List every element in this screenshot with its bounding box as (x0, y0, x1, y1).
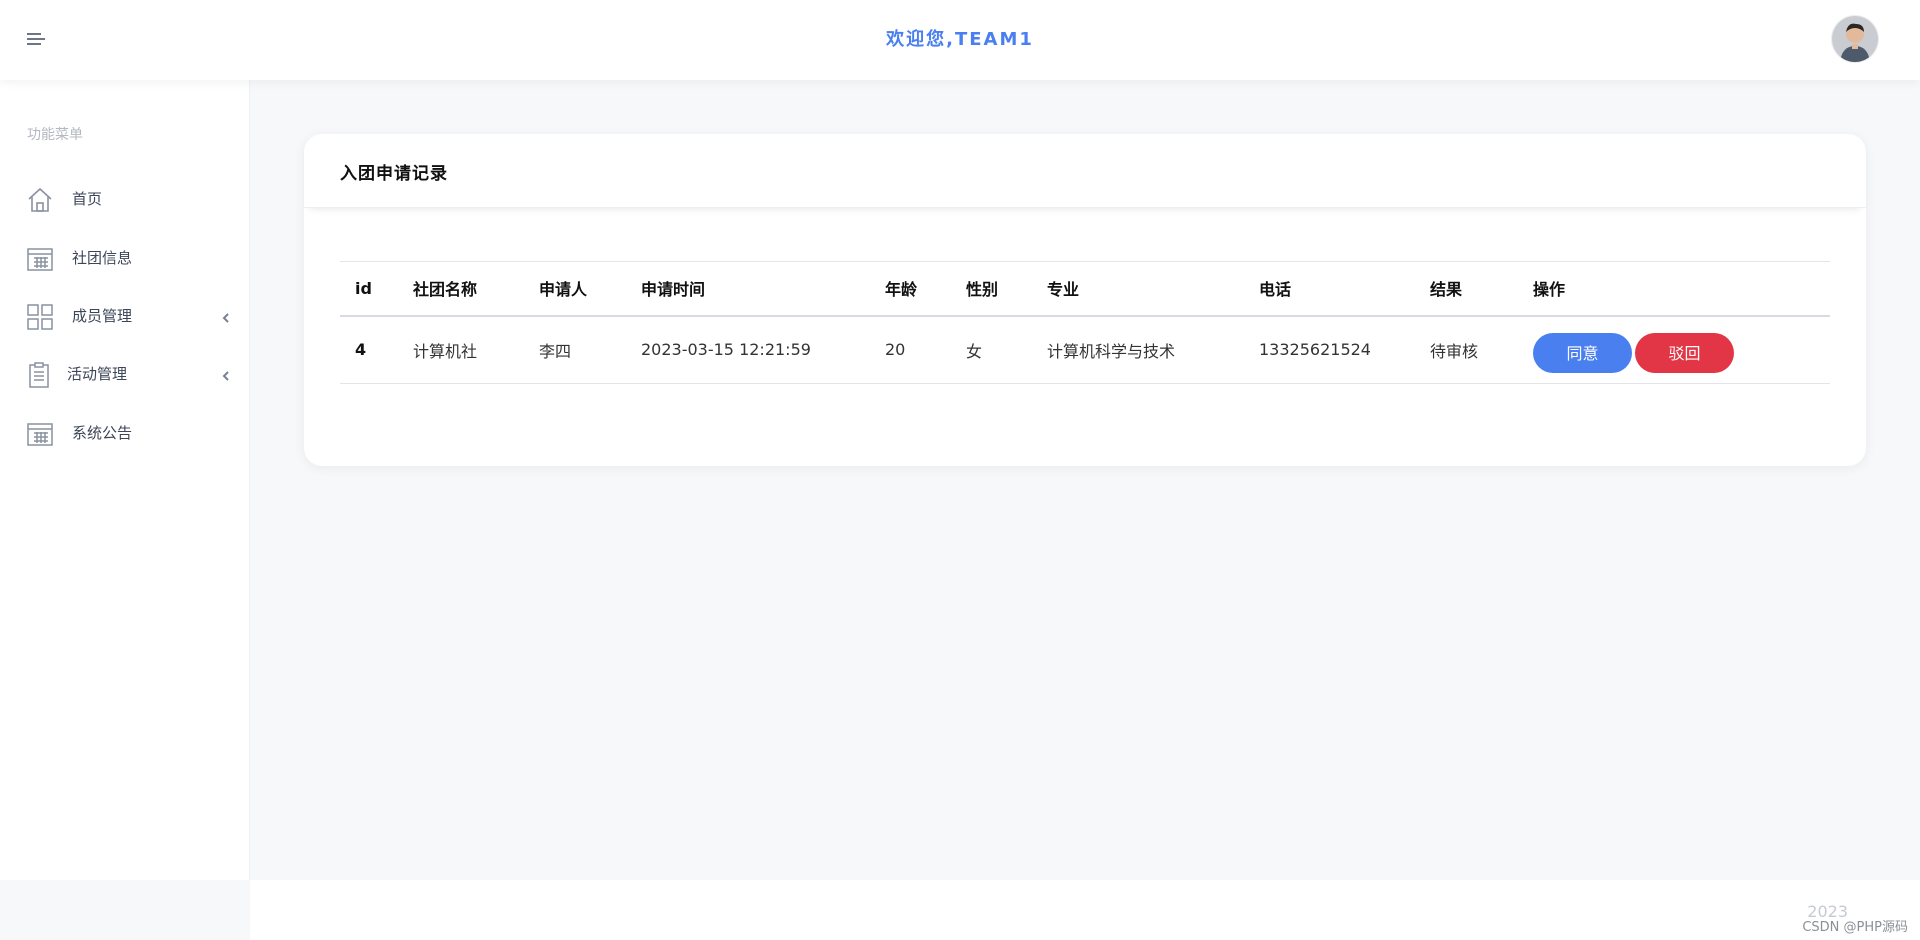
column-header-major: 专业 (1032, 261, 1244, 317)
sidebar-item-label: 系统公告 (72, 424, 133, 442)
clipboard-icon (26, 361, 54, 389)
top-header: 欢迎您,TEAM1 (0, 0, 1920, 80)
application-records-card: 入团申请记录 id 社团名称 申请人 申请时间 年龄 性别 专业 电话 结果 操… (304, 134, 1866, 466)
sidebar-item-club-info[interactable]: 社团信息 (0, 235, 250, 279)
user-avatar[interactable] (1832, 16, 1878, 62)
sidebar-item-home[interactable]: 首页 (0, 176, 250, 220)
cell-age: 20 (870, 315, 951, 384)
cell-id: 4 (340, 315, 398, 384)
agree-button[interactable]: 同意 (1533, 332, 1632, 373)
column-header-actions: 操作 (1518, 261, 1830, 317)
home-icon (26, 186, 54, 214)
menu-caption: 功能菜单 (27, 127, 83, 143)
sidebar-item-label: 首页 (72, 190, 103, 208)
column-header-club: 社团名称 (398, 261, 524, 317)
sidebar-item-member-management[interactable]: 成员管理 (0, 293, 250, 337)
reject-button[interactable]: 驳回 (1635, 332, 1734, 373)
column-header-gender: 性别 (951, 261, 1032, 317)
welcome-text: 欢迎您,TEAM1 (886, 29, 1034, 50)
sidebar-item-activity-management[interactable]: 活动管理 (0, 351, 250, 395)
column-header-phone: 电话 (1244, 261, 1415, 317)
column-header-time: 申请时间 (626, 261, 870, 317)
page-title: 入团申请记录 (340, 164, 448, 184)
sidebar-item-label: 活动管理 (67, 365, 128, 383)
cell-gender: 女 (951, 315, 1032, 384)
chevron-left-icon (220, 367, 232, 381)
column-header-applicant: 申请人 (524, 261, 626, 317)
calendar-grid-icon (26, 245, 54, 273)
cell-phone: 13325621524 (1244, 315, 1415, 384)
cell-actions: 同意 驳回 (1518, 315, 1830, 384)
sidebar-item-label: 社团信息 (72, 249, 133, 267)
sidebar-item-system-notice[interactable]: 系统公告 (0, 410, 250, 454)
table-header-row: id 社团名称 申请人 申请时间 年龄 性别 专业 电话 结果 操作 (340, 261, 1830, 317)
column-header-id: id (340, 261, 398, 317)
cell-result: 待审核 (1415, 315, 1518, 384)
grid-icon (26, 303, 54, 331)
footer: 2023 CSDN @PHP源码 (250, 880, 1920, 940)
chevron-left-icon (220, 309, 232, 323)
application-table: id 社团名称 申请人 申请时间 年龄 性别 专业 电话 结果 操作 4 计算机… (340, 261, 1830, 384)
table-row: 4 计算机社 李四 2023-03-15 12:21:59 20 女 计算机科学… (340, 315, 1830, 384)
card-header: 入团申请记录 (304, 134, 1866, 208)
cell-club: 计算机社 (398, 315, 524, 384)
calendar-grid-icon (26, 420, 54, 448)
sidebar: 功能菜单 首页 社团信息 成员管理 活动管理 系统公告 (0, 80, 250, 880)
watermark-text: CSDN @PHP源码 (1802, 920, 1908, 935)
cell-applicant: 李四 (524, 315, 626, 384)
column-header-result: 结果 (1415, 261, 1518, 317)
cell-time: 2023-03-15 12:21:59 (626, 315, 870, 384)
cell-major: 计算机科学与技术 (1032, 315, 1244, 384)
column-header-age: 年龄 (870, 261, 951, 317)
sidebar-item-label: 成员管理 (72, 307, 133, 325)
